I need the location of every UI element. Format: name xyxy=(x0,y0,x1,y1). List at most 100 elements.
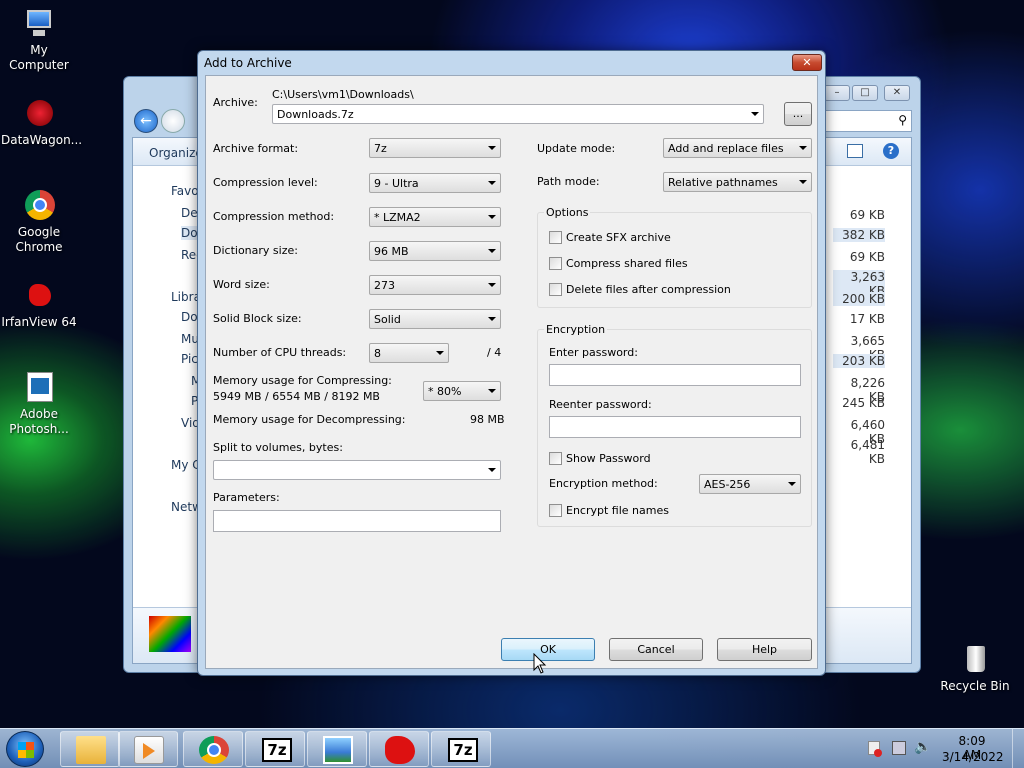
nav-item[interactable]: Do xyxy=(181,310,198,324)
memory-compress-value: 5949 MB / 6554 MB / 8192 MB xyxy=(213,390,380,403)
help-button[interactable]: Help xyxy=(717,638,812,661)
select-value: AES-256 xyxy=(704,478,751,491)
checkbox-box xyxy=(549,504,562,517)
chevron-down-icon xyxy=(751,112,759,116)
clock-date[interactable]: 3/14/2022 xyxy=(942,750,1004,764)
desktop-icon-label: My Computer xyxy=(9,43,69,72)
computer-icon xyxy=(23,8,55,40)
forward-button[interactable] xyxy=(161,109,185,133)
enter-password-label: Enter password: xyxy=(549,346,638,359)
select-value: 96 MB xyxy=(374,245,409,258)
reenter-password-input[interactable] xyxy=(549,416,801,438)
update-mode-select[interactable]: Add and replace files xyxy=(663,138,812,158)
solid-block-size-label: Solid Block size: xyxy=(213,312,302,325)
encryption-method-select[interactable]: AES-256 xyxy=(699,474,801,494)
browse-button[interactable]: ... xyxy=(784,102,812,126)
action-center-icon[interactable] xyxy=(868,741,882,757)
word-size-label: Word size: xyxy=(213,278,270,291)
taskbar-7zip-2[interactable]: 7z xyxy=(431,731,491,767)
enter-password-input[interactable] xyxy=(549,364,801,386)
network-icon[interactable] xyxy=(892,741,906,755)
close-button[interactable]: ✕ xyxy=(884,85,910,101)
desktop-icon-label: DataWagon... xyxy=(1,133,83,147)
archive-format-select[interactable]: 7z xyxy=(369,138,501,158)
chevron-down-icon xyxy=(488,249,496,253)
desktop-icon-my-computer[interactable]: My Computer xyxy=(1,8,77,73)
start-button[interactable] xyxy=(6,731,44,767)
ok-button[interactable]: OK xyxy=(501,638,595,661)
parameters-input[interactable] xyxy=(213,510,501,532)
encrypt-names-checkbox[interactable]: Encrypt file names xyxy=(549,504,669,517)
organize-button[interactable]: Organize xyxy=(149,146,203,160)
desktop-icon-irfanview[interactable]: IrfanView 64 xyxy=(1,280,77,330)
archive-name-combo[interactable]: Downloads.7z xyxy=(272,104,764,124)
nav-item[interactable]: Pic xyxy=(181,352,198,366)
dictionary-size-select[interactable]: 96 MB xyxy=(369,241,501,261)
taskbar-explorer[interactable] xyxy=(60,731,120,767)
split-volumes-combo[interactable] xyxy=(213,460,501,480)
cpu-threads-total: / 4 xyxy=(487,346,502,359)
create-sfx-checkbox[interactable]: Create SFX archive xyxy=(549,231,671,244)
memory-percent-select[interactable]: * 80% xyxy=(423,381,501,401)
chevron-down-icon xyxy=(488,215,496,219)
compression-level-select[interactable]: 9 - Ultra xyxy=(369,173,501,193)
volume-icon[interactable]: 🔈 xyxy=(914,739,931,755)
checkbox-box xyxy=(549,257,562,270)
taskbar-7zip-1[interactable]: 7z xyxy=(245,731,305,767)
compress-shared-checkbox[interactable]: Compress shared files xyxy=(549,257,688,270)
taskbar-irfanview[interactable] xyxy=(369,731,429,767)
update-mode-label: Update mode: xyxy=(537,142,616,155)
delete-after-checkbox[interactable]: Delete files after compression xyxy=(549,283,731,296)
checkbox-label: Compress shared files xyxy=(566,257,688,270)
desktop-icon-datawagon[interactable]: DataWagon... xyxy=(1,98,83,148)
nav-item[interactable]: Favo xyxy=(171,184,199,198)
help-icon[interactable]: ? xyxy=(883,143,899,159)
chevron-down-icon xyxy=(488,389,496,393)
taskbar-chrome[interactable] xyxy=(183,731,243,767)
chevron-down-icon xyxy=(488,181,496,185)
taskbar: 7z 7z 🔈 8:09 AM 3/14/2022 xyxy=(0,728,1024,768)
dialog-close-button[interactable]: ✕ xyxy=(792,54,822,71)
windows-logo-icon xyxy=(18,742,34,758)
desktop-icon-adobe-photoshop[interactable]: Adobe Photosh... xyxy=(1,372,77,437)
maximize-button[interactable]: □ xyxy=(852,85,878,101)
cancel-button[interactable]: Cancel xyxy=(609,638,703,661)
show-password-checkbox[interactable]: Show Password xyxy=(549,452,651,465)
back-button[interactable]: ← xyxy=(134,109,158,133)
preview-pane-icon[interactable] xyxy=(847,144,863,158)
select-value: Relative pathnames xyxy=(668,176,778,189)
chevron-down-icon xyxy=(488,283,496,287)
desktop-icon-google-chrome[interactable]: Google Chrome xyxy=(1,190,77,255)
search-box[interactable]: ⚲ xyxy=(824,110,912,132)
parameters-label: Parameters: xyxy=(213,491,280,504)
show-desktop-button[interactable] xyxy=(1012,729,1024,768)
irfanview-icon xyxy=(23,280,55,312)
file-size: 69 KB xyxy=(849,208,885,222)
solid-block-size-select[interactable]: Solid xyxy=(369,309,501,329)
checkbox-label: Delete files after compression xyxy=(566,283,731,296)
checkbox-box xyxy=(549,452,562,465)
cpu-threads-select[interactable]: 8 xyxy=(369,343,449,363)
dialog-client: Archive: C:\Users\vm1\Downloads\ Downloa… xyxy=(205,75,818,669)
desktop-icon-recycle-bin[interactable]: Recycle Bin xyxy=(937,644,1013,694)
desktop-icon-label: Recycle Bin xyxy=(940,679,1010,693)
minimize-button[interactable]: – xyxy=(824,85,850,101)
archive-name-value: Downloads.7z xyxy=(277,108,354,121)
compression-method-select[interactable]: * LZMA2 xyxy=(369,207,501,227)
path-mode-label: Path mode: xyxy=(537,175,600,188)
split-volumes-label: Split to volumes, bytes: xyxy=(213,441,343,454)
path-mode-select[interactable]: Relative pathnames xyxy=(663,172,812,192)
taskbar-photo-viewer[interactable] xyxy=(307,731,367,767)
options-title: Options xyxy=(544,206,591,219)
reenter-password-label: Reenter password: xyxy=(549,398,652,411)
archive-label: Archive: xyxy=(213,96,258,109)
checkbox-label: Encrypt file names xyxy=(566,504,669,517)
desktop-icon-label: IrfanView 64 xyxy=(1,315,77,329)
file-size: 382 KB xyxy=(833,228,885,242)
dialog-title: Add to Archive xyxy=(204,56,292,70)
file-size: 69 KB xyxy=(849,250,885,264)
options-group: Options Create SFX archive Compress shar… xyxy=(537,206,812,308)
file-size: 17 KB xyxy=(849,312,885,326)
word-size-select[interactable]: 273 xyxy=(369,275,501,295)
taskbar-media-player[interactable] xyxy=(118,731,178,767)
